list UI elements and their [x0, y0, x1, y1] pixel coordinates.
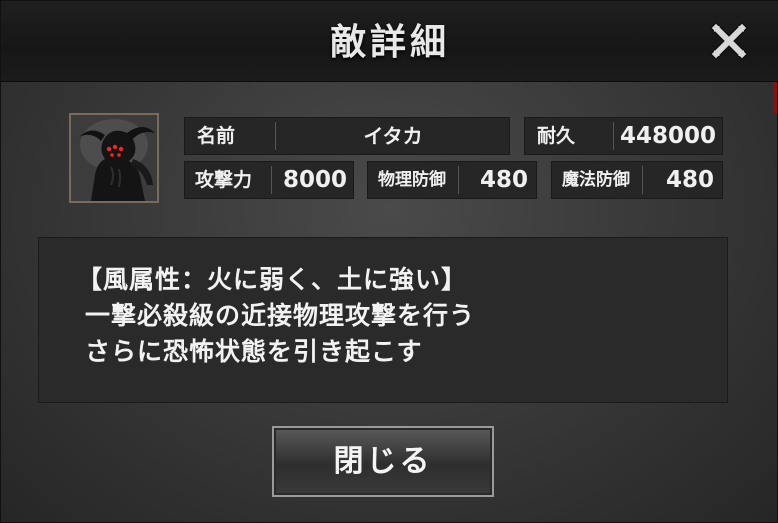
description-line-3: さらに恐怖状態を引き起こす [85, 337, 423, 366]
side-accent [773, 79, 777, 113]
name-field: 名前 イタカ [184, 117, 510, 155]
mag-def-separator [642, 166, 643, 194]
close-button-label: 閉じる [333, 444, 433, 479]
enemy-description: 【風属性：火に弱く、土に強い】 一撃必殺級の近接物理攻撃を行う さらに恐怖状態を… [38, 237, 728, 403]
attack-separator [271, 166, 272, 194]
hp-field: 耐久 448000 [524, 117, 723, 155]
description-line-2: 一撃必殺級の近接物理攻撃を行う [85, 301, 476, 330]
dialog-header: 敵詳細 [1, 1, 778, 82]
close-button[interactable]: 閉じる [272, 426, 494, 497]
close-x-icon[interactable] [709, 21, 749, 61]
hp-label: 耐久 [537, 125, 576, 147]
attack-label: 攻撃力 [195, 169, 253, 191]
mag-def-value: 480 [665, 167, 714, 193]
enemy-detail-dialog: 敵詳細 名前 イタカ 耐久 448000 攻撃力 8000 物理防御 480 魔… [0, 0, 778, 523]
name-label: 名前 [197, 125, 236, 147]
hp-value: 448000 [619, 123, 716, 149]
name-value: イタカ [363, 124, 423, 148]
phys-def-label: 物理防御 [378, 170, 446, 190]
attack-field: 攻撃力 8000 [184, 161, 354, 199]
enemy-portrait-icon [69, 113, 159, 203]
hp-separator [613, 122, 614, 150]
phys-def-field: 物理防御 480 [367, 161, 537, 199]
attack-value: 8000 [282, 167, 347, 193]
dialog-title: 敵詳細 [329, 21, 450, 63]
mag-def-field: 魔法防御 480 [551, 161, 723, 199]
phys-def-value: 480 [479, 167, 528, 193]
phys-def-separator [458, 166, 459, 194]
mag-def-label: 魔法防御 [562, 170, 630, 190]
description-line-1: 【風属性：火に弱く、土に強い】 [77, 265, 468, 294]
